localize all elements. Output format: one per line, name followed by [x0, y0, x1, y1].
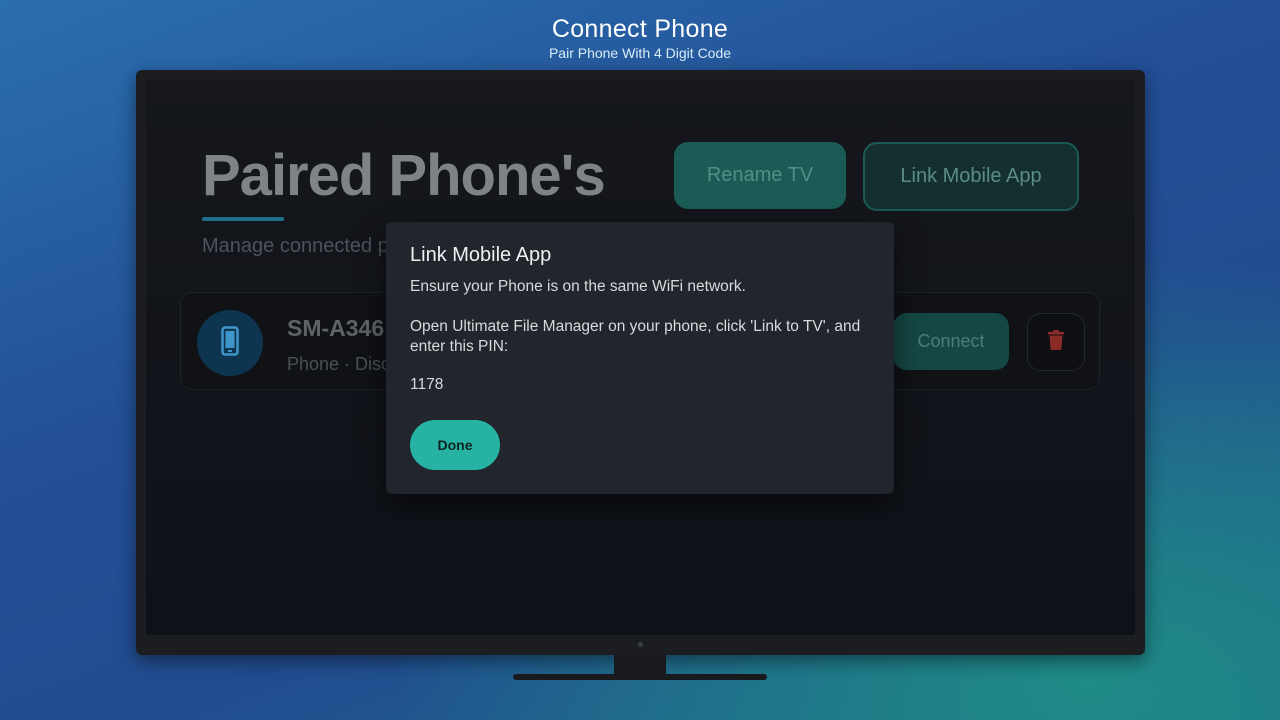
- dialog-pin-code: 1178: [410, 376, 444, 393]
- tv-stand-base: [513, 674, 767, 680]
- link-mobile-app-button[interactable]: Link Mobile App: [863, 142, 1079, 211]
- tv-camera-dot: [638, 642, 643, 647]
- tv-stand-neck: [614, 655, 666, 675]
- connect-button[interactable]: Connect: [893, 313, 1009, 370]
- trash-icon: [1048, 329, 1064, 355]
- device-avatar: [197, 310, 263, 376]
- link-mobile-app-dialog: Link Mobile App Ensure your Phone is on …: [386, 222, 894, 494]
- title-underline: [202, 217, 284, 221]
- delete-button[interactable]: [1027, 313, 1085, 371]
- phone-icon: [221, 325, 239, 361]
- dialog-wifi-instruction: Ensure your Phone is on the same WiFi ne…: [410, 278, 746, 295]
- page-subtitle: Manage connected p: [202, 235, 389, 257]
- page-header: Connect Phone Pair Phone With 4 Digit Co…: [0, 14, 1280, 62]
- rename-tv-button[interactable]: Rename TV: [674, 142, 846, 209]
- device-name: SM-A346: [287, 315, 385, 341]
- page-title: Paired Phone's: [202, 143, 606, 208]
- dialog-pin-instruction: Open Ultimate File Manager on your phone…: [410, 318, 861, 355]
- header-subtitle: Pair Phone With 4 Digit Code: [548, 45, 732, 61]
- dialog-title: Link Mobile App: [410, 244, 552, 266]
- device-meta: Phone · Disc: [287, 354, 391, 374]
- header-title: Connect Phone: [551, 15, 729, 43]
- done-button[interactable]: Done: [410, 420, 500, 470]
